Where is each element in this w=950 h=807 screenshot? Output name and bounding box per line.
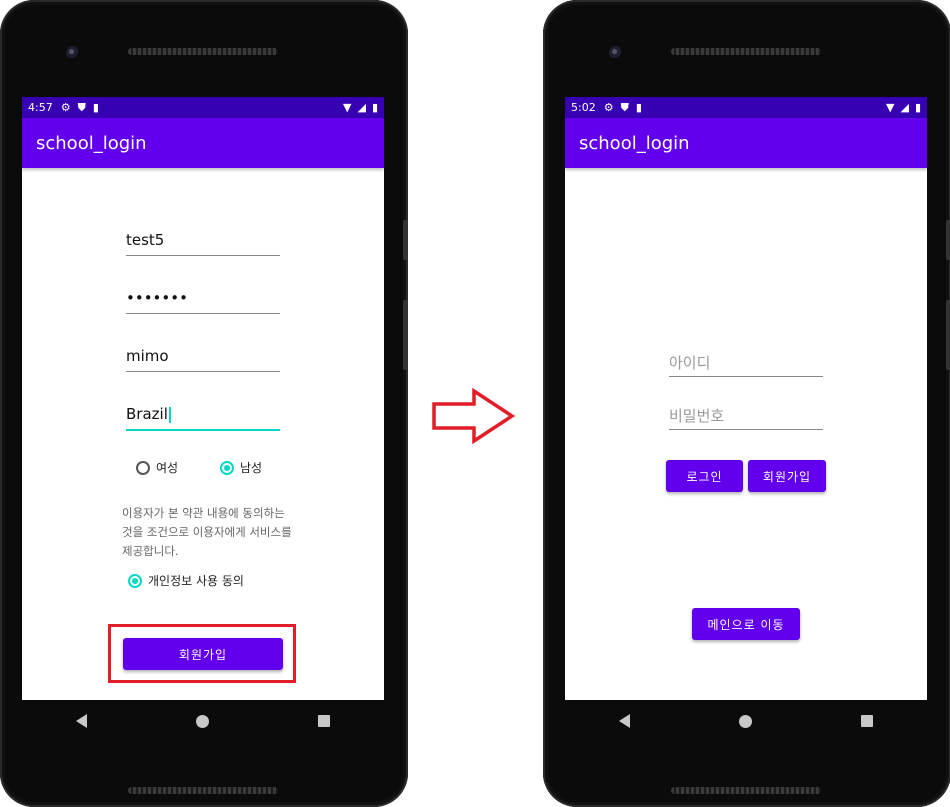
arrow-right-icon	[432, 388, 516, 444]
status-right-icons: ▼ ◢ ▮	[886, 101, 921, 114]
status-time: 5:02	[571, 101, 596, 114]
wifi-icon: ▼	[343, 101, 352, 114]
name-input-value: mimo	[126, 347, 169, 365]
recent-apps-icon[interactable]	[860, 715, 873, 727]
front-camera	[66, 46, 80, 60]
login-id-input[interactable]: 아이디	[669, 352, 823, 377]
sim-card-icon: ▮	[635, 101, 642, 114]
status-time: 4:57	[28, 101, 53, 114]
radio-male[interactable]: 남성	[220, 459, 262, 476]
gear-icon: ⚙	[60, 101, 71, 114]
radio-circle-icon	[136, 460, 150, 475]
text-cursor	[168, 406, 171, 423]
top-speaker	[671, 48, 821, 55]
password-input[interactable]: •••••••	[126, 289, 280, 314]
bottom-speaker	[671, 787, 821, 794]
bottom-speaker	[128, 787, 278, 794]
status-right-icons: ▼ ◢ ▮	[343, 101, 378, 114]
name-input[interactable]: mimo	[126, 347, 280, 372]
power-button	[403, 300, 408, 370]
consent-radio[interactable]: 개인정보 사용 동의	[128, 572, 244, 589]
shield-icon: ⛊	[77, 100, 86, 114]
front-camera	[609, 46, 623, 60]
radio-male-label: 남성	[240, 461, 263, 475]
battery-icon: ▮	[371, 101, 378, 114]
radio-checked-icon	[220, 460, 234, 475]
highlight-box	[108, 624, 296, 683]
back-icon[interactable]	[76, 714, 88, 728]
login-password-input[interactable]: 비밀번호	[669, 405, 823, 430]
recent-apps-icon[interactable]	[317, 715, 330, 727]
back-icon[interactable]	[619, 714, 631, 728]
right-phone-frame: 5:02 ⚙ ⛊ ▮ ▼ ◢ ▮ school_login 아이디 비밀번호 로…	[543, 0, 950, 807]
consent-label: 개인정보 사용 동의	[148, 574, 244, 588]
home-icon[interactable]	[738, 714, 752, 728]
left-phone-frame: 4:57 ⚙ ⛊ ▮ ▼ ◢ ▮ school_login test5 ••••…	[0, 0, 408, 807]
app-bar: school_login	[565, 118, 927, 168]
go-main-button[interactable]: 메인으로 이동	[692, 608, 800, 640]
login-password-placeholder: 비밀번호	[669, 407, 725, 425]
app-title: school_login	[579, 132, 690, 154]
terms-text: 이용자가 본 약관 내용에 동의하는 것을 조건으로 이용자에게 서비스를 제공…	[122, 506, 292, 558]
power-button	[946, 300, 950, 370]
radio-female[interactable]: 여성	[136, 459, 178, 476]
login-button[interactable]: 로그인	[666, 460, 743, 492]
password-input-value: •••••••	[126, 289, 188, 307]
status-bar: 5:02 ⚙ ⛊ ▮ ▼ ◢ ▮	[565, 97, 927, 118]
top-speaker	[128, 48, 278, 55]
id-input-value: test5	[126, 231, 165, 249]
app-bar: school_login	[22, 118, 384, 168]
signup-button[interactable]: 회원가입	[748, 460, 826, 492]
volume-button	[946, 220, 950, 260]
wifi-icon: ▼	[886, 101, 895, 114]
radio-checked-icon	[128, 573, 142, 588]
status-bar: 4:57 ⚙ ⛊ ▮ ▼ ◢ ▮	[22, 97, 384, 118]
volume-button	[403, 220, 408, 260]
app-title: school_login	[36, 132, 147, 154]
nav-bar	[22, 700, 384, 742]
login-id-placeholder: 아이디	[669, 354, 711, 372]
shield-icon: ⛊	[620, 100, 629, 114]
nav-bar	[565, 700, 927, 742]
signal-icon: ◢	[357, 101, 366, 114]
radio-female-label: 여성	[156, 461, 179, 475]
country-input[interactable]: Brazil	[126, 405, 280, 431]
id-input[interactable]: test5	[126, 231, 280, 256]
battery-icon: ▮	[914, 101, 921, 114]
gear-icon: ⚙	[603, 101, 614, 114]
home-icon[interactable]	[195, 714, 209, 728]
country-input-value: Brazil	[126, 405, 168, 423]
right-screen: 5:02 ⚙ ⛊ ▮ ▼ ◢ ▮ school_login 아이디 비밀번호 로…	[565, 97, 927, 700]
sim-card-icon: ▮	[92, 101, 99, 114]
left-screen: 4:57 ⚙ ⛊ ▮ ▼ ◢ ▮ school_login test5 ••••…	[22, 97, 384, 700]
signal-icon: ◢	[900, 101, 909, 114]
